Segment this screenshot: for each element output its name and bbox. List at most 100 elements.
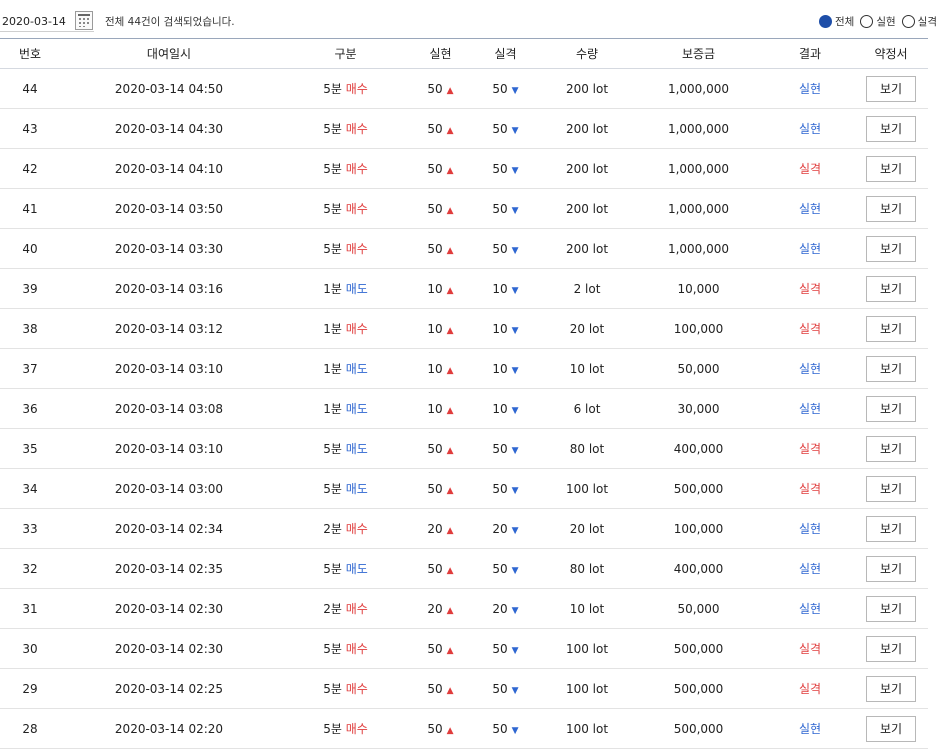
result-label: 실현 (798, 362, 822, 376)
cell-datetime: 2020-03-14 02:25 (60, 668, 278, 709)
side-label: 매수 (345, 602, 368, 616)
triangle-down-icon: ▼ (511, 325, 519, 336)
radio-realized[interactable]: 실현 (860, 14, 896, 29)
triangle-down-icon: ▼ (511, 165, 519, 176)
result-label: 실현 (798, 522, 822, 536)
triangle-down-icon: ▼ (511, 605, 519, 616)
cell-type: 5분 매수 (278, 68, 413, 109)
cell-result: 실격 (766, 628, 854, 669)
filter-bar: 전체 44건이 검색되었습니다. 전체 실현 실격 (0, 0, 937, 38)
view-contract-button[interactable]: 보기 (866, 315, 916, 342)
table-row: 42 2020-03-14 04:10 5분 매수 50 ▲ 50 ▼ 200 lot 1,00… (0, 148, 928, 189)
cell-result: 실격 (766, 468, 854, 509)
side-label: 매수 (345, 522, 368, 536)
view-contract-button[interactable]: 보기 (866, 235, 916, 262)
cell-datetime: 2020-03-14 03:08 (60, 388, 278, 429)
cell-contract: 보기 (854, 468, 928, 509)
period-label: 2분 (323, 602, 342, 616)
triangle-down-icon: ▼ (511, 285, 519, 296)
failed-value: 50 (492, 81, 508, 96)
cell-no: 31 (0, 588, 60, 629)
triangle-down-icon: ▼ (511, 205, 519, 216)
period-label: 5분 (323, 122, 342, 136)
view-contract-button[interactable]: 보기 (866, 555, 916, 582)
cell-deposit: 10,000 (631, 268, 766, 309)
view-contract-button[interactable]: 보기 (866, 515, 916, 542)
cell-realized: 20 ▲ (413, 588, 468, 629)
cell-datetime: 2020-03-14 03:16 (60, 268, 278, 309)
cell-result: 실현 (766, 508, 854, 549)
result-label: 실현 (798, 202, 822, 216)
view-contract-button[interactable]: 보기 (866, 435, 916, 462)
triangle-down-icon: ▼ (511, 525, 519, 536)
view-contract-button[interactable]: 보기 (866, 675, 916, 702)
view-contract-button[interactable]: 보기 (866, 155, 916, 182)
result-filter: 전체 실현 실격 (813, 14, 937, 29)
table-row: 30 2020-03-14 02:30 5분 매수 50 ▲ 50 ▼ 100 lot 500,… (0, 628, 928, 669)
period-label: 5분 (323, 722, 342, 736)
realized-value: 10 (427, 401, 443, 416)
result-label: 실현 (798, 82, 822, 96)
cell-no: 44 (0, 68, 60, 109)
radio-unselected-icon (860, 15, 874, 28)
cell-failed: 10 ▼ (468, 348, 543, 389)
triangle-down-icon: ▼ (511, 725, 519, 736)
radio-realized-label: 실현 (876, 16, 896, 28)
view-contract-button[interactable]: 보기 (866, 195, 916, 222)
view-contract-button[interactable]: 보기 (866, 355, 916, 382)
view-contract-button[interactable]: 보기 (866, 75, 916, 102)
cell-no: 43 (0, 108, 60, 149)
result-label: 실현 (798, 602, 822, 616)
radio-all-label: 전체 (835, 16, 855, 28)
table-row: 34 2020-03-14 03:00 5분 매도 50 ▲ 50 ▼ 100 lot 500,… (0, 468, 928, 509)
view-contract-button[interactable]: 보기 (866, 115, 916, 142)
result-label: 실현 (798, 122, 822, 136)
triangle-up-icon: ▲ (446, 125, 454, 136)
cell-deposit: 1,000,000 (631, 68, 766, 109)
cell-datetime: 2020-03-14 03:10 (60, 348, 278, 389)
side-label: 매수 (345, 682, 368, 696)
cell-deposit: 500,000 (631, 628, 766, 669)
result-label: 실현 (798, 402, 822, 416)
radio-all[interactable]: 전체 (819, 14, 854, 29)
cell-result: 실현 (766, 588, 854, 629)
realized-value: 50 (427, 81, 443, 96)
failed-value: 10 (492, 321, 508, 336)
view-contract-button[interactable]: 보기 (866, 595, 916, 622)
header-no: 번호 (0, 38, 60, 69)
cell-failed: 50 ▼ (468, 228, 543, 269)
cell-no: 32 (0, 548, 60, 589)
failed-value: 50 (492, 481, 508, 496)
side-label: 매도 (345, 482, 368, 496)
cell-failed: 50 ▼ (468, 628, 543, 669)
failed-value: 10 (492, 281, 508, 296)
side-label: 매도 (345, 402, 368, 416)
cell-result: 실현 (766, 228, 854, 269)
triangle-down-icon: ▼ (511, 565, 519, 576)
table-row: 41 2020-03-14 03:50 5분 매수 50 ▲ 50 ▼ 200 lot 1,00… (0, 188, 928, 229)
cell-realized: 20 ▲ (413, 508, 468, 549)
realized-value: 20 (427, 601, 443, 616)
failed-value: 50 (492, 241, 508, 256)
cell-quantity: 20 lot (543, 508, 631, 549)
view-contract-button[interactable]: 보기 (866, 395, 916, 422)
cell-no: 40 (0, 228, 60, 269)
view-contract-button[interactable]: 보기 (866, 475, 916, 502)
table-row: 29 2020-03-14 02:25 5분 매수 50 ▲ 50 ▼ 100 lot 500,… (0, 668, 928, 709)
cell-result: 실현 (766, 388, 854, 429)
radio-failed[interactable]: 실격 (901, 14, 937, 29)
cell-no: 34 (0, 468, 60, 509)
cell-failed: 50 ▼ (468, 188, 543, 229)
view-contract-button[interactable]: 보기 (866, 635, 916, 662)
period-label: 1분 (323, 402, 342, 416)
triangle-up-icon: ▲ (446, 405, 454, 416)
view-contract-button[interactable]: 보기 (866, 275, 916, 302)
period-label: 2분 (323, 522, 342, 536)
calendar-icon[interactable] (75, 11, 93, 30)
view-contract-button[interactable]: 보기 (866, 715, 916, 742)
failed-value: 20 (492, 521, 508, 536)
triangle-up-icon: ▲ (446, 245, 454, 256)
cell-quantity: 10 lot (543, 588, 631, 629)
cell-quantity: 10 lot (543, 348, 631, 389)
cell-realized: 10 ▲ (413, 388, 468, 429)
